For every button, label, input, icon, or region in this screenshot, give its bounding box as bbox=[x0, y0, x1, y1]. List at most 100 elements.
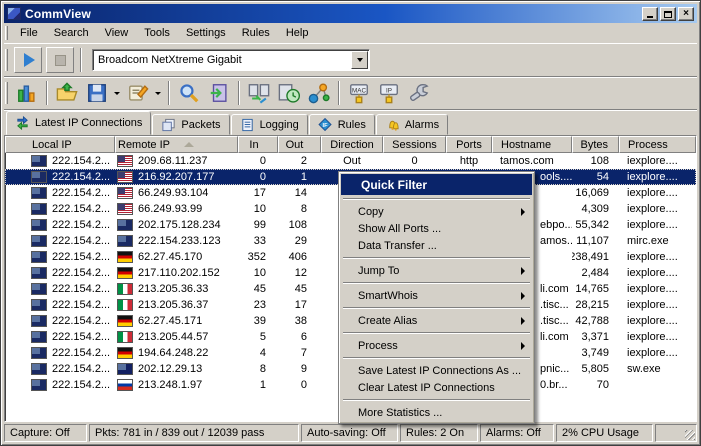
clear-brush-icon bbox=[127, 82, 149, 104]
menu-rules[interactable]: Rules bbox=[234, 24, 278, 42]
menu-item-copy[interactable]: Copy bbox=[341, 203, 532, 220]
cell-remote-ip: 213.205.36.37 bbox=[115, 297, 238, 313]
menu-item-more-statistics[interactable]: More Statistics ... bbox=[341, 404, 532, 421]
menu-settings[interactable]: Settings bbox=[178, 24, 234, 42]
cell-local-ip: 222.154.2... bbox=[5, 361, 115, 377]
cell-in: 4 bbox=[238, 345, 278, 361]
minimize-button[interactable] bbox=[642, 7, 658, 21]
cell-bytes: 28,215 bbox=[572, 297, 619, 313]
submenu-arrow-icon bbox=[521, 317, 525, 325]
stop-capture-button[interactable] bbox=[46, 47, 74, 73]
menu-item-smartwhois[interactable]: SmartWhois bbox=[341, 287, 532, 304]
menu-separator bbox=[343, 198, 530, 200]
maximize-button[interactable] bbox=[660, 7, 676, 21]
adapter-select-dropdown-button[interactable] bbox=[351, 51, 368, 69]
menu-view[interactable]: View bbox=[97, 24, 137, 42]
toolbar-separator bbox=[80, 48, 82, 72]
close-button[interactable]: × bbox=[678, 7, 694, 21]
menu-item-process[interactable]: Process bbox=[341, 337, 532, 354]
tab-label: Alarms bbox=[405, 119, 439, 131]
tab-latest-ip-connections[interactable]: Latest IP Connections bbox=[6, 111, 151, 135]
cell-hostname: tamos.com bbox=[492, 153, 572, 169]
table-row[interactable]: 222.154.2...209.68.11.23702Out0httptamos… bbox=[5, 153, 696, 169]
menu-item-jump-to[interactable]: Jump To bbox=[341, 262, 532, 279]
menu-tools[interactable]: Tools bbox=[136, 24, 178, 42]
column-header-bytes[interactable]: Bytes bbox=[572, 136, 619, 153]
menu-file[interactable]: File bbox=[12, 24, 46, 42]
country-flag-icon-de bbox=[117, 347, 133, 359]
menu-item-data-transfer[interactable]: Data Transfer ... bbox=[341, 237, 532, 254]
visualization-button[interactable] bbox=[305, 79, 333, 107]
clear-dropdown-button[interactable] bbox=[153, 79, 162, 107]
cell-process: iexplore.... bbox=[619, 345, 696, 361]
cell-remote-ip: 62.27.45.170 bbox=[115, 249, 238, 265]
column-header-process[interactable]: Process bbox=[619, 136, 696, 153]
country-flag-icon-nz bbox=[31, 363, 47, 375]
cell-in: 0 bbox=[238, 153, 278, 169]
toolbar1-grip[interactable] bbox=[5, 49, 8, 71]
column-header-sessions[interactable]: Sessions bbox=[383, 136, 446, 153]
menu-help[interactable]: Help bbox=[278, 24, 317, 42]
clear-button[interactable] bbox=[124, 79, 152, 107]
cell-remote-ip: 66.249.93.99 bbox=[115, 201, 238, 217]
toolbar2-grip[interactable] bbox=[5, 82, 8, 104]
cell-out: 9 bbox=[278, 361, 321, 377]
sort-ascending-icon bbox=[184, 142, 194, 147]
tab-packets[interactable]: Packets bbox=[152, 114, 229, 135]
column-header-direction[interactable]: Direction bbox=[321, 136, 383, 153]
cell-in: 99 bbox=[238, 217, 278, 233]
status-packets: Pkts: 781 in / 839 out / 12039 pass bbox=[89, 424, 299, 442]
cell-process: iexplore.... bbox=[619, 201, 696, 217]
resize-grip[interactable] bbox=[655, 424, 697, 442]
menu-item-clear-latest-ip-connections[interactable]: Clear Latest IP Connections bbox=[341, 379, 532, 396]
statistics-button[interactable] bbox=[13, 79, 41, 107]
cell-out: 0 bbox=[278, 377, 321, 393]
open-logs-button[interactable] bbox=[53, 79, 81, 107]
svg-text:IF: IF bbox=[322, 122, 328, 128]
cell-bytes: 4,309 bbox=[572, 201, 619, 217]
cell-remote-ip: 66.249.93.104 bbox=[115, 185, 238, 201]
go-to-packet-button[interactable] bbox=[205, 79, 233, 107]
menu-item-show-all-ports[interactable]: Show All Ports ... bbox=[341, 220, 532, 237]
adapter-select[interactable]: Broadcom NetXtreme Gigabit bbox=[92, 49, 370, 71]
tab-rules[interactable]: IF Rules bbox=[309, 114, 375, 135]
table-header: Local IP Remote IP In Out Direction Sess… bbox=[5, 136, 696, 153]
menu-item-create-alias[interactable]: Create Alias bbox=[341, 312, 532, 329]
exchange-nodes-button[interactable] bbox=[245, 79, 273, 107]
scheduler-button[interactable] bbox=[275, 79, 303, 107]
cell-remote-ip: 202.175.128.234 bbox=[115, 217, 238, 233]
cell-local-ip: 222.154.2... bbox=[5, 233, 115, 249]
save-button[interactable] bbox=[83, 79, 111, 107]
start-capture-icon bbox=[24, 53, 35, 67]
menu-item-save-latest-ip-connections-as[interactable]: Save Latest IP Connections As ... bbox=[341, 362, 532, 379]
tab-label: Rules bbox=[338, 119, 366, 131]
cell-process: sw.exe bbox=[619, 361, 696, 377]
country-flag-icon-it bbox=[117, 331, 133, 343]
column-header-hostname[interactable]: Hostname bbox=[492, 136, 572, 153]
open-folder-icon bbox=[56, 82, 78, 104]
find-button[interactable] bbox=[175, 79, 203, 107]
start-capture-button[interactable] bbox=[14, 47, 42, 73]
cell-remote-ip: 62.27.45.171 bbox=[115, 313, 238, 329]
mac-aliases-button[interactable]: MAC bbox=[345, 79, 373, 107]
column-header-ports[interactable]: Ports bbox=[446, 136, 492, 153]
tab-alarms[interactable]: Alarms bbox=[376, 114, 448, 135]
country-flag-icon-nz bbox=[31, 315, 47, 327]
save-dropdown-button[interactable] bbox=[112, 79, 121, 107]
menubar-grip[interactable] bbox=[5, 26, 8, 40]
title-bar[interactable]: CommView × bbox=[4, 4, 697, 23]
menu-search[interactable]: Search bbox=[46, 24, 97, 42]
column-header-local-ip[interactable]: Local IP bbox=[5, 136, 115, 153]
column-header-out[interactable]: Out bbox=[278, 136, 321, 153]
column-header-remote-ip[interactable]: Remote IP bbox=[115, 136, 238, 153]
tab-logging[interactable]: Logging bbox=[231, 114, 308, 135]
cell-process: iexplore.... bbox=[619, 281, 696, 297]
menu-item-quick-filter[interactable]: Quick Filter bbox=[341, 174, 532, 195]
cell-ports: http bbox=[446, 153, 492, 169]
ip-aliases-button[interactable]: IP bbox=[375, 79, 403, 107]
cell-local-ip: 222.154.2... bbox=[5, 185, 115, 201]
ip-aliases-icon: IP bbox=[378, 82, 400, 104]
column-header-in[interactable]: In bbox=[238, 136, 278, 153]
toolbar-separator bbox=[338, 81, 340, 105]
options-button[interactable] bbox=[405, 79, 433, 107]
